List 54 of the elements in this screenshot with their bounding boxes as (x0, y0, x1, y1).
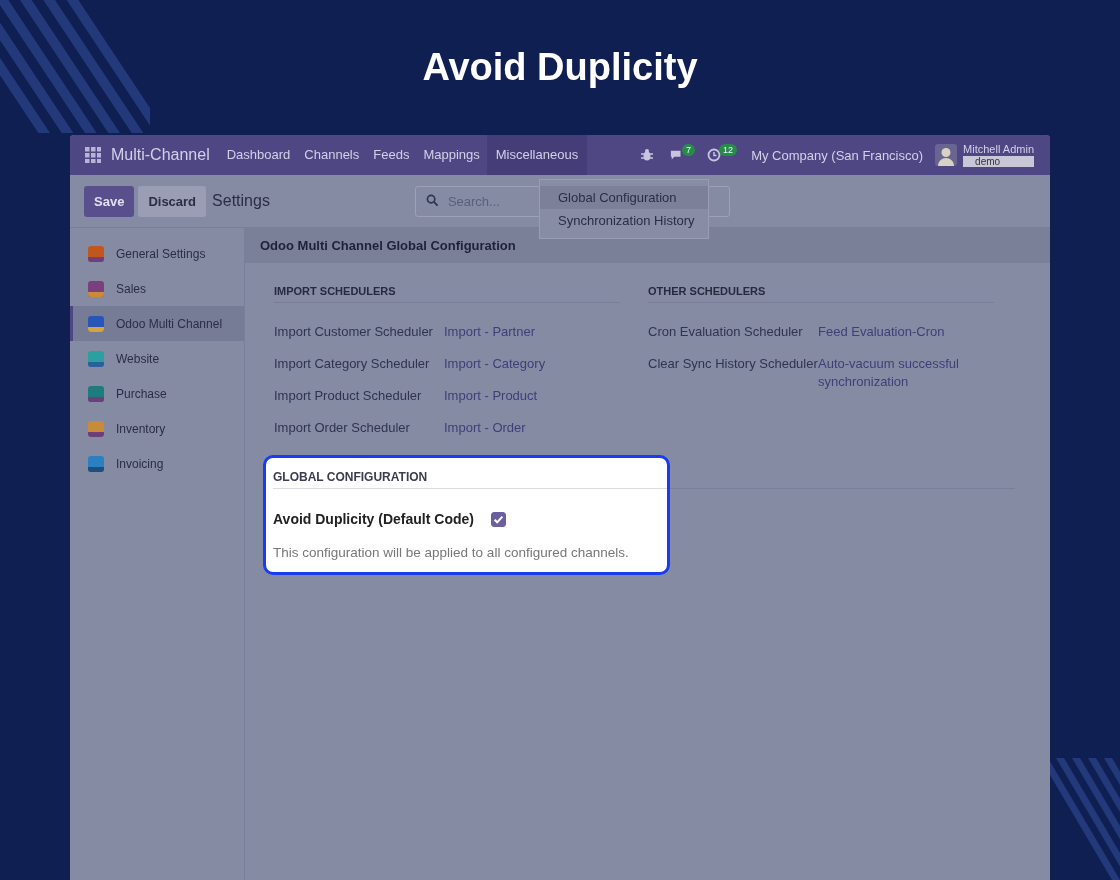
sidebar-item[interactable]: Inventory (70, 411, 244, 446)
section-title: OTHER SCHEDULERS (648, 285, 994, 303)
menu-item[interactable]: Channels (297, 135, 367, 175)
sidebar-item[interactable]: Purchase (70, 376, 244, 411)
message-count-badge: 7 (682, 144, 696, 156)
section-header: Odoo Multi Channel Global Configuration (245, 228, 1050, 263)
setting-label: Import Customer Scheduler (274, 323, 434, 341)
setting-label: Import Product Scheduler (274, 387, 423, 405)
app-icon (87, 244, 105, 263)
sidebar-item[interactable]: Odoo Multi Channel (70, 306, 244, 341)
setting-label: Cron Evaluation Scheduler (648, 323, 804, 341)
user-name[interactable]: Mitchell Admin (963, 143, 1034, 155)
apps-grid-icon[interactable] (85, 147, 101, 163)
section-title: GLOBAL CONFIGURATION (273, 470, 667, 489)
app-icon (87, 384, 105, 403)
company-switcher[interactable]: My Company (San Francisco) (751, 147, 924, 163)
scheduler-link[interactable]: Import - Order (444, 419, 604, 437)
sidebar-item[interactable]: Website (70, 341, 244, 376)
bug-icon[interactable] (640, 148, 655, 162)
scheduler-link[interactable]: Auto-vacuum successful synchronization (818, 355, 978, 391)
database-label: demo (963, 156, 1034, 167)
save-button[interactable]: Save (84, 185, 135, 217)
menu-item[interactable]: Dashboard (219, 135, 298, 175)
app-name[interactable]: Multi-Channel (111, 146, 210, 164)
menu-item[interactable]: Miscellaneous (486, 135, 588, 175)
sidebar-item[interactable]: General Settings (70, 236, 244, 271)
sidebar-item[interactable]: Sales (70, 271, 244, 306)
app-icon (87, 419, 105, 438)
discard-button[interactable]: Discard (138, 185, 207, 217)
activity-count-badge: 12 (719, 144, 738, 156)
help-text: This configuration will be applied to all configured channels. (273, 545, 630, 560)
menu-item[interactable]: Mappings (416, 135, 487, 175)
page-headline: Avoid Duplicity (422, 45, 698, 90)
app-icon (87, 314, 105, 333)
app-icon (87, 349, 105, 368)
sidebar-item[interactable]: Invoicing (70, 446, 244, 481)
setting-label: Import Category Scheduler (274, 355, 431, 373)
scheduler-link[interactable]: Import - Category (444, 355, 604, 373)
dropdown-item[interactable]: Global Configuration (540, 186, 708, 209)
scheduler-link[interactable]: Import - Product (444, 387, 604, 405)
clock-icon[interactable] (707, 148, 722, 162)
option-label: Avoid Duplicity (Default Code) (273, 511, 474, 527)
menu-item[interactable]: Feeds (366, 135, 417, 175)
breadcrumb: Settings (212, 192, 270, 210)
search-icon (425, 193, 439, 207)
section-title: IMPORT SCHEDULERS (274, 285, 620, 303)
app-icon (87, 279, 105, 298)
avatar-icon[interactable] (935, 144, 958, 166)
app-icon (87, 454, 105, 473)
scheduler-link[interactable]: Import - Partner (444, 323, 604, 341)
checkbox[interactable] (490, 511, 506, 527)
scheduler-link[interactable]: Feed Evaluation-Cron (818, 323, 978, 341)
setting-label: Import Order Scheduler (274, 419, 411, 437)
setting-label: Clear Sync History Scheduler (648, 355, 818, 373)
